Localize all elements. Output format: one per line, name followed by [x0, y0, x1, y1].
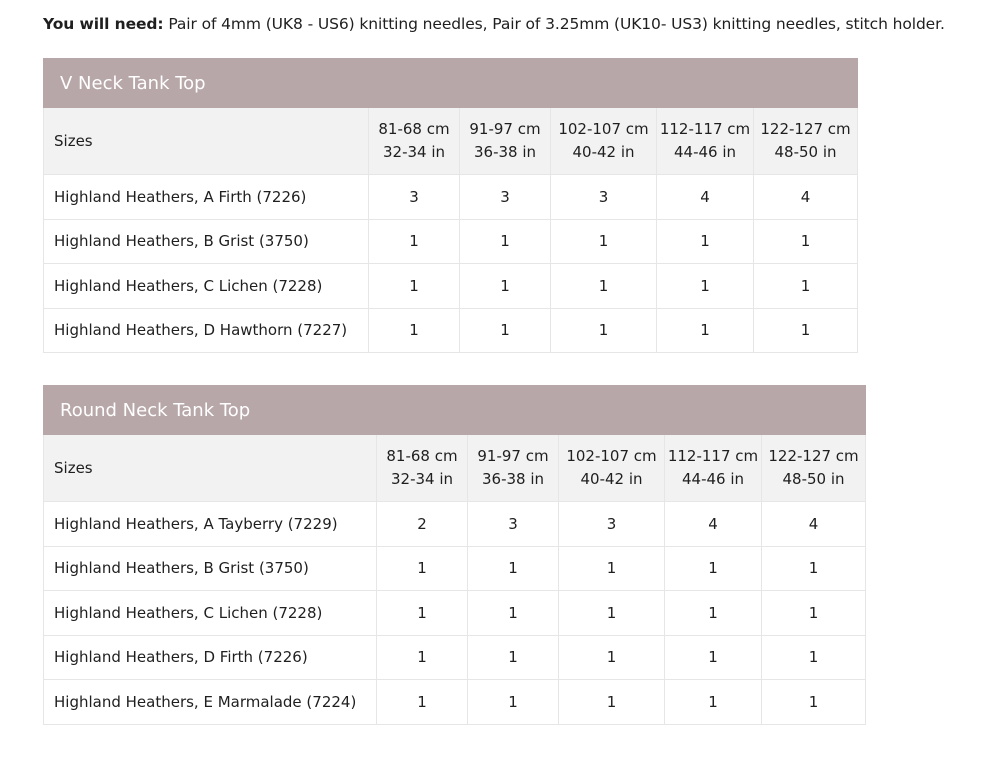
size-header: 112-117 cm 44-46 in [656, 107, 754, 175]
size-header: 102-107 cm 40-42 in [550, 107, 657, 175]
v-neck-yarn-table: V Neck Tank Top Sizes 81-68 cm 32-34 in 9… [42, 58, 859, 353]
quantity-cell: 1 [656, 307, 754, 353]
quantity-cell: 1 [368, 263, 460, 309]
quantity-cell: 1 [760, 590, 867, 636]
quantity-cell: 4 [760, 501, 867, 547]
yarn-label: Highland Heathers, B Grist (3750) [43, 218, 369, 264]
yarn-label: Highland Heathers, C Lichen (7228) [43, 590, 377, 636]
quantity-cell: 1 [656, 263, 754, 309]
sizes-label: Sizes [43, 434, 377, 502]
quantity-cell: 3 [459, 174, 551, 220]
table-title: V Neck Tank Top [42, 58, 859, 108]
quantity-cell: 1 [664, 545, 762, 591]
quantity-cell: 1 [459, 263, 551, 309]
quantity-cell: 1 [376, 679, 468, 725]
quantity-cell: 1 [459, 307, 551, 353]
size-header: 112-117 cm 44-46 in [664, 434, 762, 502]
quantity-cell: 3 [368, 174, 460, 220]
yarn-label: Highland Heathers, D Firth (7226) [43, 634, 377, 680]
quantity-cell: 4 [752, 174, 859, 220]
table-row: Highland Heathers, D Hawthorn (7227) 1 1… [43, 307, 859, 353]
quantity-cell: 1 [467, 634, 559, 680]
quantity-cell: 1 [664, 679, 762, 725]
yarn-label: Highland Heathers, A Firth (7226) [43, 174, 369, 220]
table-row: Highland Heathers, B Grist (3750) 1 1 1 … [43, 218, 859, 264]
quantity-cell: 4 [656, 174, 754, 220]
quantity-cell: 1 [550, 263, 657, 309]
quantity-cell: 1 [752, 307, 859, 353]
quantity-cell: 1 [376, 590, 468, 636]
yarn-label: Highland Heathers, B Grist (3750) [43, 545, 377, 591]
table-row: Highland Heathers, C Lichen (7228) 1 1 1… [43, 263, 859, 309]
size-header: 91-97 cm 36-38 in [459, 107, 551, 175]
sizes-row: Sizes 81-68 cm 32-34 in 91-97 cm 36-38 in … [43, 107, 859, 175]
quantity-cell: 1 [376, 634, 468, 680]
quantity-cell: 2 [376, 501, 468, 547]
yarn-label: Highland Heathers, E Marmalade (7224) [43, 679, 377, 725]
quantity-cell: 1 [550, 307, 657, 353]
materials-text: Pair of 4mm (UK8 - US6) knitting needles… [163, 15, 945, 33]
quantity-cell: 1 [558, 545, 665, 591]
size-header: 122-127 cm 48-50 in [752, 107, 859, 175]
quantity-cell: 1 [467, 679, 559, 725]
table-row: Highland Heathers, A Firth (7226) 3 3 3 … [43, 174, 859, 220]
yarn-label: Highland Heathers, C Lichen (7228) [43, 263, 369, 309]
quantity-cell: 4 [664, 501, 762, 547]
quantity-cell: 3 [467, 501, 559, 547]
sizes-label: Sizes [43, 107, 369, 175]
quantity-cell: 1 [368, 218, 460, 264]
quantity-cell: 1 [368, 307, 460, 353]
quantity-cell: 1 [467, 590, 559, 636]
quantity-cell: 1 [467, 545, 559, 591]
materials-label: You will need: [43, 15, 164, 33]
size-header: 91-97 cm 36-38 in [467, 434, 559, 502]
quantity-cell: 3 [550, 174, 657, 220]
size-header: 81-68 cm 32-34 in [376, 434, 468, 502]
quantity-cell: 1 [752, 263, 859, 309]
quantity-cell: 1 [459, 218, 551, 264]
table-row: Highland Heathers, A Tayberry (7229) 2 3… [43, 501, 867, 547]
materials-note: You will need: Pair of 4mm (UK8 - US6) k… [43, 12, 993, 36]
quantity-cell: 1 [558, 590, 665, 636]
table-row: Highland Heathers, C Lichen (7228) 1 1 1… [43, 590, 867, 636]
size-header: 122-127 cm 48-50 in [760, 434, 867, 502]
table-row: Highland Heathers, E Marmalade (7224) 1 … [43, 679, 867, 725]
quantity-cell: 1 [760, 545, 867, 591]
quantity-cell: 1 [760, 634, 867, 680]
quantity-cell: 1 [558, 634, 665, 680]
table-title: Round Neck Tank Top [42, 385, 867, 435]
sizes-row: Sizes 81-68 cm 32-34 in 91-97 cm 36-38 in … [43, 434, 867, 502]
quantity-cell: 1 [550, 218, 657, 264]
quantity-cell: 1 [664, 590, 762, 636]
size-header: 102-107 cm 40-42 in [558, 434, 665, 502]
quantity-cell: 1 [558, 679, 665, 725]
yarn-label: Highland Heathers, D Hawthorn (7227) [43, 307, 369, 353]
round-neck-yarn-table: Round Neck Tank Top Sizes 81-68 cm 32-34 … [42, 385, 867, 725]
yarn-label: Highland Heathers, A Tayberry (7229) [43, 501, 377, 547]
size-header: 81-68 cm 32-34 in [368, 107, 460, 175]
quantity-cell: 1 [760, 679, 867, 725]
quantity-cell: 1 [752, 218, 859, 264]
quantity-cell: 1 [656, 218, 754, 264]
quantity-cell: 1 [664, 634, 762, 680]
table-row: Highland Heathers, D Firth (7226) 1 1 1 … [43, 634, 867, 680]
quantity-cell: 3 [558, 501, 665, 547]
table-row: Highland Heathers, B Grist (3750) 1 1 1 … [43, 545, 867, 591]
quantity-cell: 1 [376, 545, 468, 591]
